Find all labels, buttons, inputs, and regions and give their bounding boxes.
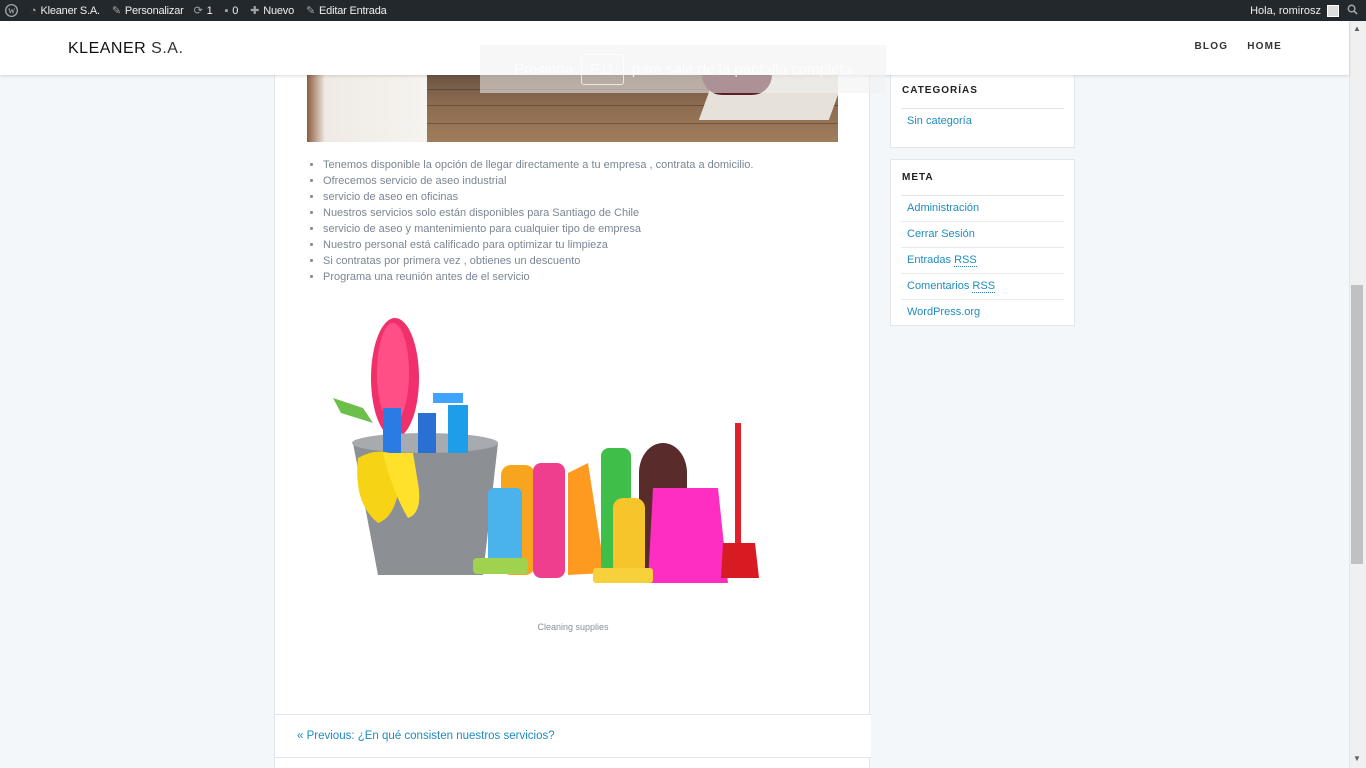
list-item: Ofrecemos servicio de aseo industrial: [323, 173, 843, 189]
fullscreen-notice: Presiona F11 para salir de la pantalla c…: [480, 45, 886, 93]
admin-bar-customize-label: Personalizar: [124, 4, 184, 17]
meta-link-comments-rss[interactable]: Comentarios RSS: [901, 274, 1064, 300]
previous-post-label: Previous: ¿En qué consisten nuestros ser…: [306, 730, 555, 742]
fullscreen-notice-before: Presiona: [513, 60, 574, 78]
admin-bar-greeting[interactable]: Hola, romirosz: [1250, 5, 1321, 17]
admin-bar-new[interactable]: ✚ Nuevo: [246, 0, 298, 21]
fullscreen-notice-key: F11: [581, 53, 624, 85]
list-item: Si contratas por primera vez , obtienes …: [323, 253, 843, 269]
list-item: servicio de aseo en oficinas: [323, 189, 843, 205]
meta-title: META: [901, 160, 1064, 196]
list-item: Nuestro personal está calificado para op…: [323, 237, 843, 253]
category-link[interactable]: Sin categoría: [901, 109, 1064, 134]
double-chevron-left-icon: «: [297, 730, 304, 742]
meta-widget: META Administración Cerrar Sesión Entrad…: [890, 159, 1075, 326]
admin-bar: W ◔ Kleaner S.A. ✎ Personalizar ⟳ 1 ▪ 0 …: [0, 0, 1366, 21]
rss-abbr: RSS: [972, 280, 996, 293]
site-title-suffix: S.A.: [146, 40, 184, 57]
admin-bar-new-label: Nuevo: [263, 4, 295, 17]
admin-bar-comments-count: 0: [232, 4, 239, 17]
avatar[interactable]: [1327, 4, 1339, 17]
admin-bar-updates[interactable]: ⟳ 1: [190, 0, 217, 21]
categories-widget: CATEGORÍAS Sin categoría: [890, 75, 1075, 148]
admin-bar-updates-count: 1: [206, 4, 213, 17]
brush-icon: ✎: [111, 5, 121, 17]
svg-text:W: W: [8, 7, 16, 15]
plus-icon: ✚: [250, 5, 260, 17]
fullscreen-notice-after: para salir de la pantalla completa: [631, 60, 853, 78]
cleaning-supplies-image: [333, 318, 759, 583]
image-caption: Cleaning supplies: [537, 622, 609, 632]
updates-icon: ⟳: [193, 5, 203, 17]
admin-bar-edit-label: Editar Entrada: [319, 4, 387, 17]
nav-item-blog[interactable]: BLOG: [1195, 41, 1229, 52]
admin-bar-site-label: Kleaner S.A.: [40, 4, 100, 17]
meta-link-entries-rss[interactable]: Entradas RSS: [901, 248, 1064, 274]
categories-title: CATEGORÍAS: [901, 75, 1064, 109]
list-item: Nuestros servicios solo están disponible…: [323, 205, 843, 221]
admin-bar-edit[interactable]: ✎ Editar Entrada: [302, 0, 391, 21]
admin-bar-customize[interactable]: ✎ Personalizar: [108, 0, 188, 21]
meta-link-wordpress[interactable]: WordPress.org: [901, 300, 1064, 325]
list-item: Programa una reunión antes de el servici…: [323, 269, 843, 285]
wordpress-logo-icon[interactable]: W: [0, 0, 22, 21]
pencil-icon: ✎: [306, 5, 316, 17]
entries-rss-label: Entradas: [907, 254, 952, 266]
primary-nav: BLOG HOME: [1195, 41, 1283, 52]
search-icon[interactable]: [1347, 4, 1358, 18]
scroll-up-arrow-icon[interactable]: ▲: [1353, 24, 1361, 33]
site-title[interactable]: KLEANER S.A.: [68, 40, 183, 58]
comments-rss-label: Comentarios: [907, 280, 970, 292]
admin-bar-comments[interactable]: ▪ 0: [221, 0, 243, 21]
list-item: Tenemos disponible la opción de llegar d…: [323, 157, 843, 173]
scrollbar-thumb[interactable]: [1351, 285, 1363, 564]
services-list: Tenemos disponible la opción de llegar d…: [323, 157, 843, 285]
previous-post-link[interactable]: « Previous: ¿En qué consisten nuestros s…: [297, 730, 555, 742]
post-content: Tenemos disponible la opción de llegar d…: [274, 75, 871, 768]
meta-link-logout[interactable]: Cerrar Sesión: [901, 222, 1064, 248]
site-title-main: KLEANER: [68, 40, 147, 57]
nav-item-home[interactable]: HOME: [1247, 41, 1282, 52]
admin-bar-site[interactable]: ◔ Kleaner S.A.: [26, 0, 104, 21]
post-navigation: « Previous: ¿En qué consisten nuestros s…: [275, 714, 871, 758]
rss-abbr: RSS: [954, 254, 977, 267]
scroll-down-arrow-icon[interactable]: ▼: [1353, 754, 1361, 763]
dashboard-icon: ◔: [30, 4, 37, 17]
meta-link-admin[interactable]: Administración: [901, 196, 1064, 222]
list-item: servicio de aseo y mantenimiento para cu…: [323, 221, 843, 237]
comment-icon: ▪: [224, 4, 229, 17]
